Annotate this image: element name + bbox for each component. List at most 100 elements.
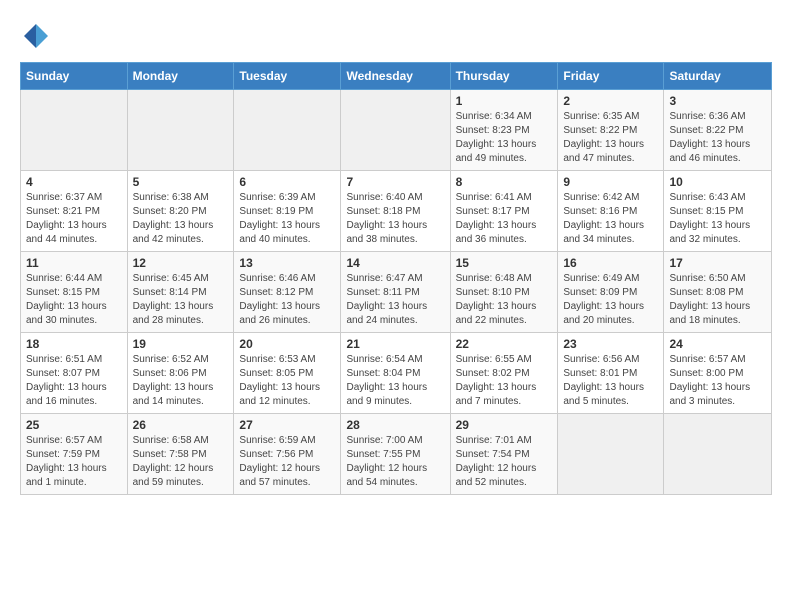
day-info: Sunrise: 6:51 AM Sunset: 8:07 PM Dayligh… xyxy=(26,353,122,409)
day-info: Sunrise: 6:35 AM Sunset: 8:22 PM Dayligh… xyxy=(563,110,658,166)
calendar-cell: 18 Sunrise: 6:51 AM Sunset: 8:07 PM Dayli… xyxy=(21,333,128,414)
header-tuesday: Tuesday xyxy=(234,63,341,90)
calendar-cell: 7 Sunrise: 6:40 AM Sunset: 8:18 PM Daylig… xyxy=(341,171,450,252)
calendar-cell: 19 Sunrise: 6:52 AM Sunset: 8:06 PM Dayli… xyxy=(127,333,234,414)
calendar-cell: 9 Sunrise: 6:42 AM Sunset: 8:16 PM Daylig… xyxy=(558,171,664,252)
day-number: 15 xyxy=(456,256,553,270)
day-info: Sunrise: 6:55 AM Sunset: 8:02 PM Dayligh… xyxy=(456,353,553,409)
calendar-cell: 10 Sunrise: 6:43 AM Sunset: 8:15 PM Dayli… xyxy=(664,171,772,252)
day-number: 4 xyxy=(26,175,122,189)
day-number: 20 xyxy=(239,337,335,351)
day-info: Sunrise: 6:43 AM Sunset: 8:15 PM Dayligh… xyxy=(669,191,766,247)
day-info: Sunrise: 6:50 AM Sunset: 8:08 PM Dayligh… xyxy=(669,272,766,328)
day-number: 3 xyxy=(669,94,766,108)
day-number: 17 xyxy=(669,256,766,270)
calendar-cell xyxy=(21,90,128,171)
page-header xyxy=(20,20,772,52)
day-info: Sunrise: 6:40 AM Sunset: 8:18 PM Dayligh… xyxy=(346,191,444,247)
day-info: Sunrise: 6:42 AM Sunset: 8:16 PM Dayligh… xyxy=(563,191,658,247)
day-info: Sunrise: 6:48 AM Sunset: 8:10 PM Dayligh… xyxy=(456,272,553,328)
calendar-cell: 8 Sunrise: 6:41 AM Sunset: 8:17 PM Daylig… xyxy=(450,171,558,252)
day-info: Sunrise: 6:59 AM Sunset: 7:56 PM Dayligh… xyxy=(239,434,335,490)
calendar-cell xyxy=(341,90,450,171)
day-info: Sunrise: 6:36 AM Sunset: 8:22 PM Dayligh… xyxy=(669,110,766,166)
calendar-table: SundayMondayTuesdayWednesdayThursdayFrid… xyxy=(20,62,772,495)
calendar-week-4: 18 Sunrise: 6:51 AM Sunset: 8:07 PM Dayli… xyxy=(21,333,772,414)
day-info: Sunrise: 7:00 AM Sunset: 7:55 PM Dayligh… xyxy=(346,434,444,490)
calendar-week-2: 4 Sunrise: 6:37 AM Sunset: 8:21 PM Daylig… xyxy=(21,171,772,252)
calendar-cell: 29 Sunrise: 7:01 AM Sunset: 7:54 PM Dayli… xyxy=(450,414,558,495)
calendar-cell: 12Sunrise: 6:45 AM Sunset: 8:14 PM Dayli… xyxy=(127,252,234,333)
day-info: Sunrise: 6:41 AM Sunset: 8:17 PM Dayligh… xyxy=(456,191,553,247)
calendar-cell xyxy=(127,90,234,171)
calendar-cell xyxy=(664,414,772,495)
calendar-cell: 11Sunrise: 6:44 AM Sunset: 8:15 PM Dayli… xyxy=(21,252,128,333)
day-number: 10 xyxy=(669,175,766,189)
day-info: Sunrise: 6:49 AM Sunset: 8:09 PM Dayligh… xyxy=(563,272,658,328)
day-number: 12 xyxy=(133,256,229,270)
day-number: 19 xyxy=(133,337,229,351)
calendar-cell: 24 Sunrise: 6:57 AM Sunset: 8:00 PM Dayli… xyxy=(664,333,772,414)
calendar-week-5: 25Sunrise: 6:57 AM Sunset: 7:59 PM Dayli… xyxy=(21,414,772,495)
day-number: 23 xyxy=(563,337,658,351)
header-friday: Friday xyxy=(558,63,664,90)
calendar-cell: 23 Sunrise: 6:56 AM Sunset: 8:01 PM Dayli… xyxy=(558,333,664,414)
calendar-cell xyxy=(558,414,664,495)
day-number: 22 xyxy=(456,337,553,351)
calendar-cell: 1 Sunrise: 6:34 AM Sunset: 8:23 PM Daylig… xyxy=(450,90,558,171)
day-number: 21 xyxy=(346,337,444,351)
calendar-cell: 26 Sunrise: 6:58 AM Sunset: 7:58 PM Dayli… xyxy=(127,414,234,495)
logo-icon xyxy=(20,20,52,52)
header-monday: Monday xyxy=(127,63,234,90)
header-saturday: Saturday xyxy=(664,63,772,90)
day-number: 29 xyxy=(456,418,553,432)
calendar-cell: 22 Sunrise: 6:55 AM Sunset: 8:02 PM Dayli… xyxy=(450,333,558,414)
calendar-cell: 17 Sunrise: 6:50 AM Sunset: 8:08 PM Dayli… xyxy=(664,252,772,333)
day-number: 2 xyxy=(563,94,658,108)
header-thursday: Thursday xyxy=(450,63,558,90)
header-sunday: Sunday xyxy=(21,63,128,90)
day-info: Sunrise: 6:38 AM Sunset: 8:20 PM Dayligh… xyxy=(133,191,229,247)
calendar-cell: 25Sunrise: 6:57 AM Sunset: 7:59 PM Dayli… xyxy=(21,414,128,495)
day-info: Sunrise: 6:53 AM Sunset: 8:05 PM Dayligh… xyxy=(239,353,335,409)
day-info: Sunrise: 7:01 AM Sunset: 7:54 PM Dayligh… xyxy=(456,434,553,490)
calendar-cell: 5 Sunrise: 6:38 AM Sunset: 8:20 PM Daylig… xyxy=(127,171,234,252)
day-number: 28 xyxy=(346,418,444,432)
day-info: Sunrise: 6:39 AM Sunset: 8:19 PM Dayligh… xyxy=(239,191,335,247)
day-number: 27 xyxy=(239,418,335,432)
day-number: 7 xyxy=(346,175,444,189)
day-info: Sunrise: 6:34 AM Sunset: 8:23 PM Dayligh… xyxy=(456,110,553,166)
header-wednesday: Wednesday xyxy=(341,63,450,90)
day-info: Sunrise: 6:47 AM Sunset: 8:11 PM Dayligh… xyxy=(346,272,444,328)
day-number: 18 xyxy=(26,337,122,351)
day-info: Sunrise: 6:52 AM Sunset: 8:06 PM Dayligh… xyxy=(133,353,229,409)
calendar-cell: 4 Sunrise: 6:37 AM Sunset: 8:21 PM Daylig… xyxy=(21,171,128,252)
calendar-cell: 16 Sunrise: 6:49 AM Sunset: 8:09 PM Dayli… xyxy=(558,252,664,333)
day-number: 8 xyxy=(456,175,553,189)
day-number: 26 xyxy=(133,418,229,432)
calendar-cell: 13Sunrise: 6:46 AM Sunset: 8:12 PM Dayli… xyxy=(234,252,341,333)
day-number: 1 xyxy=(456,94,553,108)
day-info: Sunrise: 6:56 AM Sunset: 8:01 PM Dayligh… xyxy=(563,353,658,409)
calendar-cell: 27 Sunrise: 6:59 AM Sunset: 7:56 PM Dayli… xyxy=(234,414,341,495)
day-number: 13 xyxy=(239,256,335,270)
day-number: 24 xyxy=(669,337,766,351)
day-number: 5 xyxy=(133,175,229,189)
calendar-header-row: SundayMondayTuesdayWednesdayThursdayFrid… xyxy=(21,63,772,90)
day-info: Sunrise: 6:44 AM Sunset: 8:15 PM Dayligh… xyxy=(26,272,122,328)
day-number: 16 xyxy=(563,256,658,270)
calendar-cell: 20 Sunrise: 6:53 AM Sunset: 8:05 PM Dayli… xyxy=(234,333,341,414)
day-number: 9 xyxy=(563,175,658,189)
calendar-cell: 2 Sunrise: 6:35 AM Sunset: 8:22 PM Daylig… xyxy=(558,90,664,171)
day-info: Sunrise: 6:54 AM Sunset: 8:04 PM Dayligh… xyxy=(346,353,444,409)
calendar-cell: 28 Sunrise: 7:00 AM Sunset: 7:55 PM Dayli… xyxy=(341,414,450,495)
day-number: 6 xyxy=(239,175,335,189)
logo xyxy=(20,20,56,52)
day-info: Sunrise: 6:37 AM Sunset: 8:21 PM Dayligh… xyxy=(26,191,122,247)
day-info: Sunrise: 6:57 AM Sunset: 8:00 PM Dayligh… xyxy=(669,353,766,409)
calendar-cell: 6 Sunrise: 6:39 AM Sunset: 8:19 PM Daylig… xyxy=(234,171,341,252)
calendar-cell: 3 Sunrise: 6:36 AM Sunset: 8:22 PM Daylig… xyxy=(664,90,772,171)
calendar-week-1: 1 Sunrise: 6:34 AM Sunset: 8:23 PM Daylig… xyxy=(21,90,772,171)
day-info: Sunrise: 6:58 AM Sunset: 7:58 PM Dayligh… xyxy=(133,434,229,490)
calendar-cell: 21 Sunrise: 6:54 AM Sunset: 8:04 PM Dayli… xyxy=(341,333,450,414)
